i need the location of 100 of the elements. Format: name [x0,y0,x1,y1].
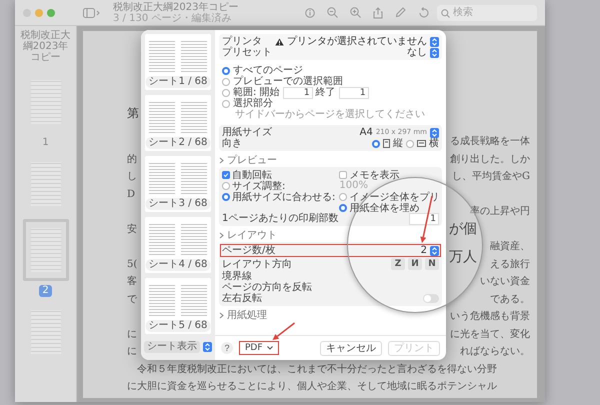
sidebar-toggle-icon[interactable] [83,8,101,18]
share-icon[interactable] [373,6,383,18]
magnified-text: 万人 [449,249,477,265]
document-heading: 第 [127,105,139,122]
field-label: 境界線 [222,271,253,282]
option-label: 縦 [393,138,403,149]
option-label: イメージ全体をプリ [349,190,440,202]
annotation-arrow [272,322,295,340]
field-label: 用紙サイズ [222,127,273,138]
radio-button[interactable] [222,78,230,86]
document-text: し、平均賃金やG [452,170,530,184]
toggle-switch[interactable] [423,294,439,303]
search-field[interactable]: 検索 [437,4,537,20]
zoom-button[interactable] [47,8,55,16]
document-text: に大胆に資金を巡らせることにより、個人や企業、そして地域に眠るポテンシャル [127,380,497,394]
document-text: に光を当て、変化 [450,328,530,342]
radio-button[interactable] [222,182,230,190]
pdf-menu-button[interactable]: PDF [239,341,279,355]
pages-per-sheet-row[interactable]: ページ数/枚 2 [220,244,441,257]
magnified-text: が個 [449,221,477,237]
layout-direction-button[interactable]: N [425,258,439,270]
field-label: 向き [222,138,243,149]
radio-button[interactable] [222,88,230,96]
number-field[interactable]: 1 [409,212,439,224]
help-button[interactable]: ? [221,342,233,354]
field-label: ページの方向を反転 [222,282,313,293]
document-text: 融資産、 [490,240,530,254]
document-text: 令和５年度税制改正においては、これまで不十分だったと言わざるを得ない分野 [136,362,497,376]
minimize-button[interactable] [35,8,43,16]
section-title: 用紙処理 [227,309,267,322]
chevron-icon[interactable] [219,232,224,238]
option-label: 範囲: 開始 [233,87,280,98]
radio-button[interactable] [372,140,380,148]
radio-button[interactable] [339,204,348,212]
option-label: 横 [429,138,439,149]
document-text: 5( [127,258,138,272]
cancel-button[interactable]: キャンセル [320,340,382,356]
stepper-icon[interactable] [430,246,439,256]
sheet-menu[interactable]: シート表示 [144,341,200,353]
document-text: に [127,328,137,342]
sidebar-title: 税制改正大綱2023年コピー [20,30,71,63]
checkbox[interactable] [222,170,230,178]
number-field[interactable]: 1 [282,86,313,98]
document-text: ればならない。 [460,345,530,359]
document-text: D [127,188,136,202]
hint-text: サイドバーからページを選択してください [235,109,425,120]
radio-button[interactable] [222,66,230,74]
sheet-label: シート4 / 68 [146,259,210,271]
layout-direction-button[interactable]: Z [391,258,405,270]
checkbox[interactable] [339,170,348,178]
document-text: 安 [127,222,137,236]
zoom-out-icon[interactable] [327,7,338,18]
document-text: し [127,170,137,184]
page-thumbnail[interactable] [22,219,68,281]
document-text: である。 [490,292,530,306]
option-label: 用紙サイズに合わせる: [232,190,336,204]
warning-icon [275,38,284,46]
chevron-icon[interactable] [219,156,224,164]
page-number: 2 [39,285,52,297]
field-label: 左右反転 [222,293,263,304]
document-text: 的 [127,152,137,166]
option-label: メモを表示 [349,168,400,180]
document-text: える旅行 [490,258,530,272]
stepper-icon[interactable] [430,36,439,46]
document-subtitle: 3 / 130 ページ・編集済み [113,12,232,24]
option-label: サイズ調整: [232,180,286,192]
option-label: 自動回転 [232,168,272,180]
scale-value: 100% [339,180,368,191]
option-label: 用紙全体を埋め [349,201,420,214]
rotate-icon[interactable] [418,7,429,18]
option-label: 選択部分 [233,98,273,109]
document-text: で [127,292,137,306]
stepper-icon[interactable] [203,342,212,352]
document-text: 客 [127,274,137,289]
document-text: に [127,345,137,359]
stepper-icon[interactable] [430,48,439,58]
option-label: すべてのページ [233,65,303,76]
landscape-page-icon [417,140,426,147]
portrait-page-icon [383,139,390,148]
section-title: レイアウト [227,229,277,242]
radio-button[interactable] [222,100,230,108]
document-text: 創り出した。しか [450,152,530,166]
pen-icon[interactable] [395,7,406,18]
sheet-label: シート5 / 68 [146,320,210,332]
chevron-icon[interactable] [219,312,224,318]
section-title: プレビュー [227,154,277,167]
stepper-icon[interactable] [430,128,439,138]
document-text: いう危機感も背景 [450,310,530,324]
radio-button[interactable] [222,192,230,200]
radio-button[interactable] [406,140,414,148]
radio-button[interactable] [339,192,348,200]
sheet-label: シート3 / 68 [146,198,210,210]
document-text: る成長戦略を一体 [450,134,530,149]
layout-direction-button[interactable]: И [408,258,422,270]
page-number: 1 [41,137,50,149]
zoom-in-icon[interactable] [350,7,361,18]
field-label: レイアウト方向 [222,258,293,270]
field-label: 1ページあたりの印刷部数 [222,213,340,224]
number-field[interactable]: 1 [338,86,369,98]
info-icon[interactable] [305,8,315,18]
